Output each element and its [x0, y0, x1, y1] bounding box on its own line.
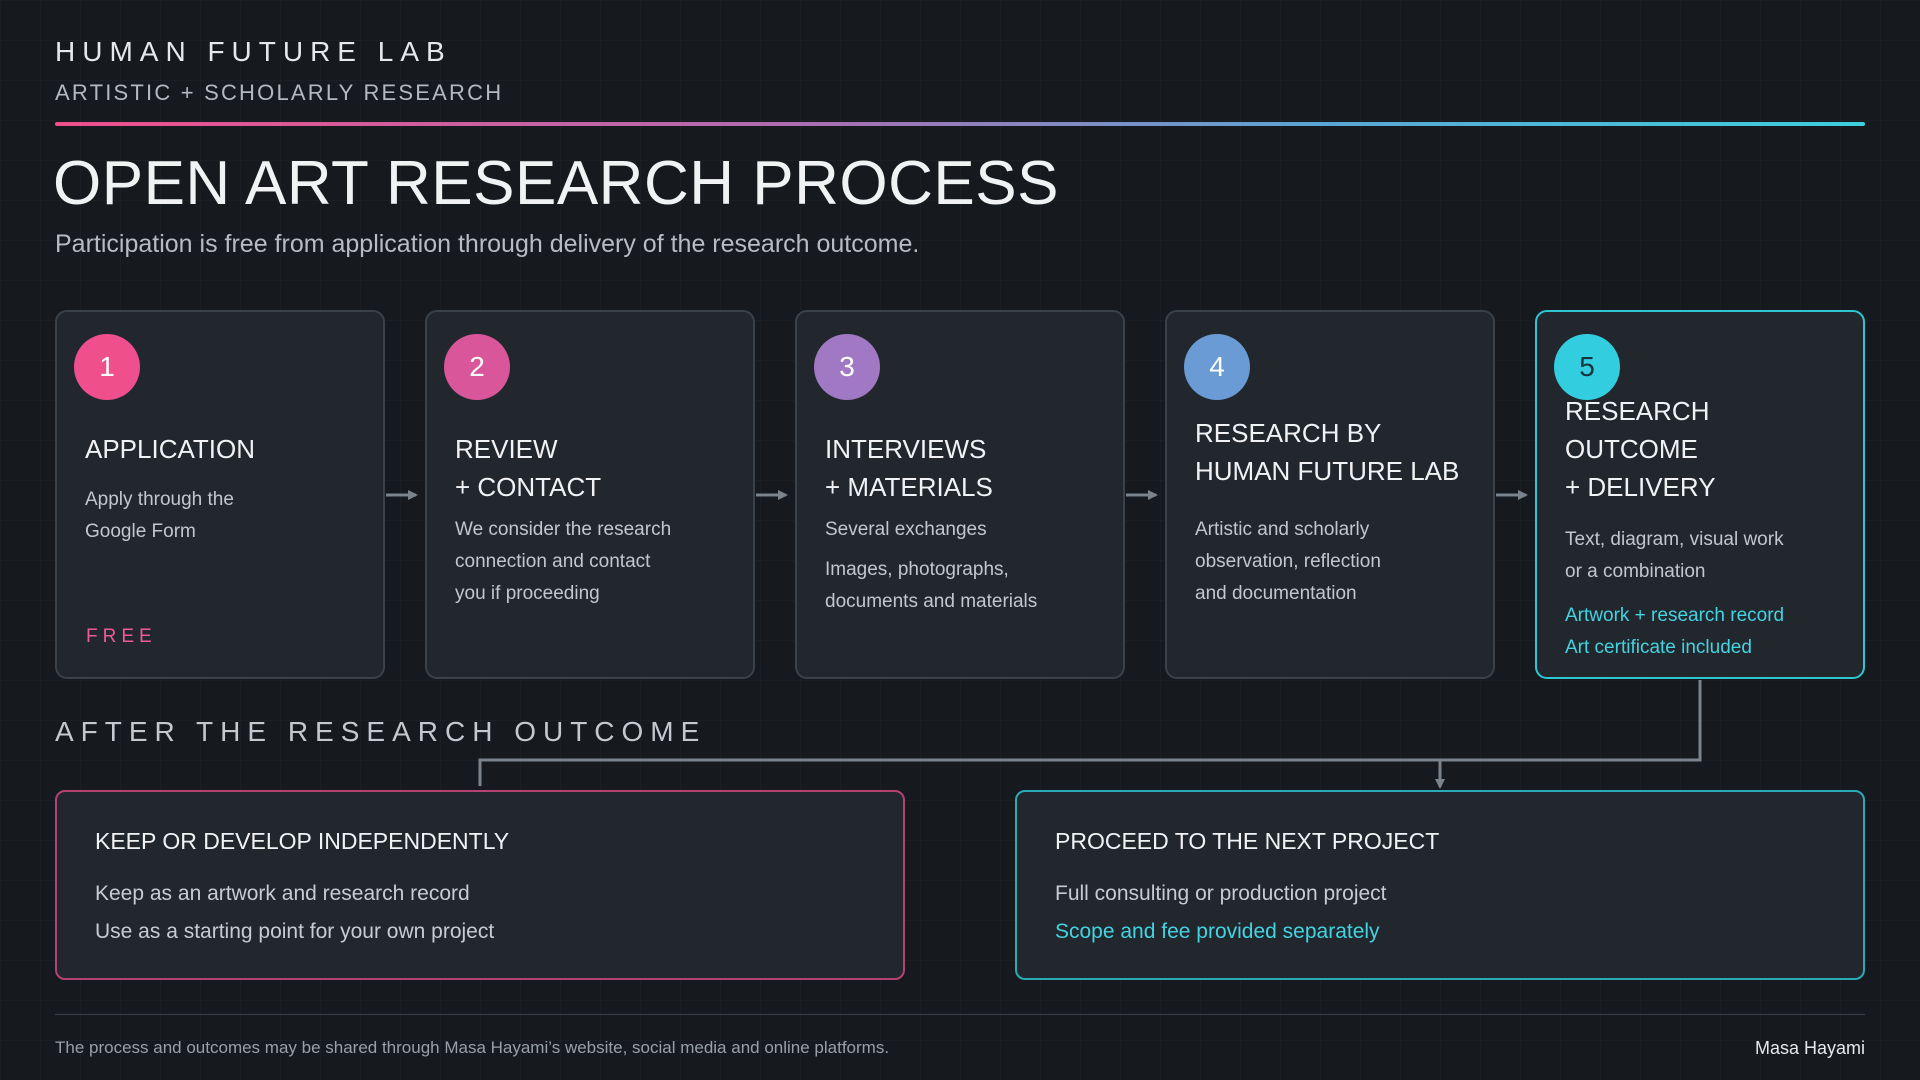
card-line: Keep as an artwork and research record: [95, 882, 470, 905]
next-project-card: PROCEED TO THE NEXT PROJECT Full consult…: [1015, 790, 1865, 980]
card-title: PROCEED TO THE NEXT PROJECT: [1055, 828, 1440, 854]
footer-divider: [55, 1014, 1865, 1015]
footer-note: The process and outcomes may be shared t…: [55, 1038, 890, 1057]
step-card-research: 4 RESEARCH BY HUMAN FUTURE LAB Artistic …: [1165, 310, 1495, 679]
card-accent-line: Scope and fee provided separately: [1055, 920, 1380, 943]
step-number-badge: 1: [74, 334, 140, 400]
step-description: Text, diagram, visual work or a combinat…: [1565, 529, 1784, 582]
step-number-badge: 2: [444, 334, 510, 400]
step-description: We consider the research connection and …: [455, 519, 672, 604]
step-description: Several exchanges: [825, 519, 987, 540]
step-title: INTERVIEWS + MATERIALS: [825, 434, 993, 502]
step-card-review-contact: 2 REVIEW + CONTACT We consider the resea…: [425, 310, 755, 679]
card-line: Use as a starting point for your own pro…: [95, 920, 495, 943]
step-title: RESEARCH OUTCOME + DELIVERY: [1565, 396, 1716, 502]
keep-develop-card: KEEP OR DEVELOP INDEPENDENTLY Keep as an…: [55, 790, 905, 980]
step-title: RESEARCH BY HUMAN FUTURE LAB: [1195, 418, 1460, 486]
step-number-badge: 5: [1554, 334, 1620, 400]
step-card-interviews-materials: 3 INTERVIEWS + MATERIALS Several exchang…: [795, 310, 1125, 679]
step-note: Artwork + research record Art certificat…: [1565, 605, 1785, 658]
card-line: Full consulting or production project: [1055, 882, 1387, 905]
card-title: KEEP OR DEVELOP INDEPENDENTLY: [95, 828, 510, 854]
step-description: Apply through the Google Form: [85, 489, 234, 542]
free-badge: FREE: [86, 626, 157, 647]
step-card-outcome-delivery: 5 RESEARCH OUTCOME + DELIVERY Text, diag…: [1535, 310, 1865, 679]
step-description: Artistic and scholarly observation, refl…: [1195, 519, 1381, 604]
footer-author: Masa Hayami: [1754, 1038, 1865, 1058]
step-number-badge: 4: [1184, 334, 1250, 400]
step-card-application: 1 APPLICATION Apply through the Google F…: [55, 310, 385, 679]
step-description-materials: Images, photographs, documents and mater…: [825, 559, 1038, 612]
section-label-after: AFTER THE RESEARCH OUTCOME: [55, 716, 707, 747]
step-title: APPLICATION: [85, 434, 256, 464]
step-title: REVIEW + CONTACT: [455, 434, 602, 502]
step-number-badge: 3: [814, 334, 880, 400]
